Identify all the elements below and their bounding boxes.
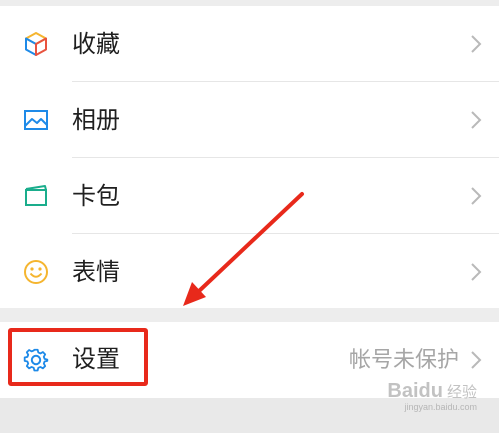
watermark-url: jingyan.baidu.com: [404, 402, 477, 412]
baidu-jingyan-watermark: Baidu 经验 jingyan.baidu.com: [387, 380, 477, 412]
account-status-text: 帐号未保护: [348, 348, 459, 373]
menu-item-album[interactable]: 相册: [0, 82, 499, 158]
settings-label: 设置: [72, 345, 120, 373]
menu-item-label: 收藏: [72, 30, 120, 58]
menu-item-label: 相册: [72, 106, 120, 134]
watermark-sub: 经验: [446, 384, 477, 401]
menu-item-card-wallet[interactable]: 卡包: [0, 158, 499, 234]
menu-item-stickers[interactable]: 表情: [0, 234, 499, 310]
chevron-right-icon: [469, 184, 483, 208]
section-gap: [0, 308, 499, 322]
watermark-logo-mid: du: [418, 380, 443, 402]
me-menu-list: 收藏 相册 卡包 表情: [0, 6, 499, 308]
image-icon: [22, 106, 50, 134]
menu-item-label: 卡包: [72, 182, 120, 210]
card-icon: [22, 182, 50, 210]
menu-item-label: 表情: [72, 258, 120, 286]
chevron-right-icon: [469, 260, 483, 284]
watermark-logo: Bai: [387, 380, 419, 402]
smiley-icon: [22, 258, 50, 286]
cube-icon: [22, 30, 50, 58]
chevron-right-icon: [469, 32, 483, 56]
gear-icon: [22, 346, 50, 374]
chevron-right-icon: [469, 108, 483, 132]
menu-item-favorites[interactable]: 收藏: [0, 6, 499, 82]
chevron-right-icon: [469, 348, 483, 372]
